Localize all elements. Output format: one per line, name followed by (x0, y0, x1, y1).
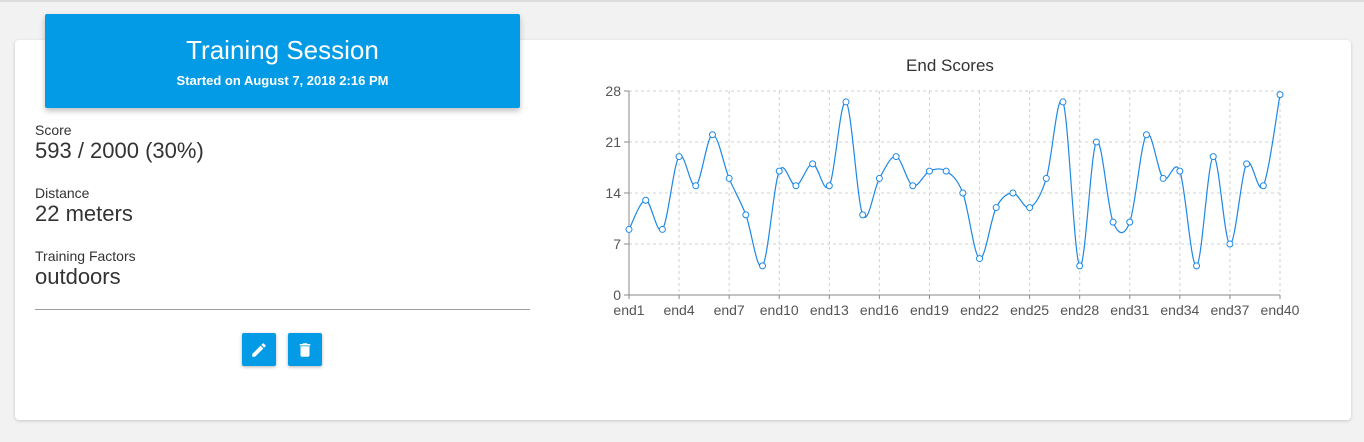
chart-grid (629, 90, 1281, 295)
data-point (1193, 262, 1201, 270)
x-tick-label: end22 (960, 302, 999, 318)
data-point (1026, 204, 1034, 212)
data-point (942, 167, 950, 175)
x-tick-label: end16 (860, 302, 899, 318)
session-title: Training Session (186, 35, 379, 65)
data-point (825, 182, 833, 190)
data-point (842, 98, 850, 106)
data-point (759, 262, 767, 270)
data-point (1209, 153, 1217, 161)
data-point (1009, 189, 1017, 197)
data-point (925, 167, 933, 175)
data-point (1176, 167, 1184, 175)
data-point (658, 225, 666, 233)
score-label: Score (35, 122, 72, 138)
data-point (992, 204, 1000, 212)
x-tick-label: end1 (613, 302, 644, 318)
x-tick-label: end31 (1110, 302, 1149, 318)
data-point (1059, 98, 1067, 106)
session-header: Training Session Started on August 7, 20… (45, 14, 520, 108)
data-point (1126, 218, 1134, 226)
data-point (909, 182, 917, 190)
data-point (792, 182, 800, 190)
delete-button[interactable] (288, 333, 322, 366)
x-tick-label: end19 (910, 302, 949, 318)
data-point (1142, 131, 1150, 139)
data-point (625, 225, 633, 233)
y-tick-label: 7 (613, 236, 621, 252)
divider (35, 309, 530, 310)
data-point (1243, 160, 1251, 168)
data-point (708, 131, 716, 139)
training-factors-label: Training Factors (35, 248, 136, 264)
data-point (1159, 174, 1167, 182)
x-tick-label: end4 (663, 302, 694, 318)
data-point (809, 160, 817, 168)
distance-label: Distance (35, 185, 90, 201)
x-tick-label: end13 (810, 302, 849, 318)
data-point (725, 174, 733, 182)
x-tick-label: end34 (1160, 302, 1199, 318)
data-point (875, 174, 883, 182)
data-point (692, 182, 700, 190)
data-point (892, 153, 900, 161)
chart-axes: 0 7 14 21 28 end1 end4 end7 end10 end13 end16 end19… (605, 83, 1299, 318)
data-point (859, 211, 867, 219)
session-start-time: Started on August 7, 2018 2:16 PM (176, 73, 389, 88)
data-point (976, 255, 984, 263)
y-tick-label: 21 (605, 134, 621, 150)
data-point (1109, 218, 1117, 226)
pencil-icon (252, 342, 266, 357)
top-bar (0, 0, 1364, 2)
distance-block: Distance 22 meters (35, 185, 530, 227)
data-point (1076, 262, 1084, 270)
score-value: 593 / 2000 (30%) (35, 138, 204, 163)
x-tick-label: end40 (1261, 302, 1300, 318)
data-point (775, 167, 783, 175)
data-point (1092, 138, 1100, 146)
chart-title: End Scores (906, 56, 994, 75)
chart-points (625, 91, 1284, 270)
data-point (959, 189, 967, 197)
score-block: Score 593 / 2000 (30%) (35, 122, 530, 164)
x-tick-label: end7 (714, 302, 745, 318)
x-tick-label: end10 (760, 302, 799, 318)
data-point (742, 211, 750, 219)
x-tick-label: end37 (1210, 302, 1249, 318)
data-point (1042, 174, 1050, 182)
x-tick-label: end28 (1060, 302, 1099, 318)
distance-value: 22 meters (35, 201, 133, 226)
data-point (642, 196, 650, 204)
edit-button[interactable] (242, 333, 276, 366)
trash-icon (299, 342, 311, 357)
y-tick-label: 14 (605, 185, 621, 201)
end-scores-chart: End Scores 0 7 14 21 28 end1 end4 end7 end10 end1… (605, 56, 1299, 318)
x-tick-label: end25 (1010, 302, 1049, 318)
y-tick-label: 28 (605, 83, 621, 99)
data-point (1276, 91, 1284, 99)
y-tick-label: 0 (613, 287, 621, 303)
data-point (1226, 240, 1234, 248)
training-factors-value: outdoors (35, 264, 121, 289)
training-factors-block: Training Factors outdoors (35, 248, 530, 290)
data-point (675, 153, 683, 161)
data-point (1259, 182, 1267, 190)
